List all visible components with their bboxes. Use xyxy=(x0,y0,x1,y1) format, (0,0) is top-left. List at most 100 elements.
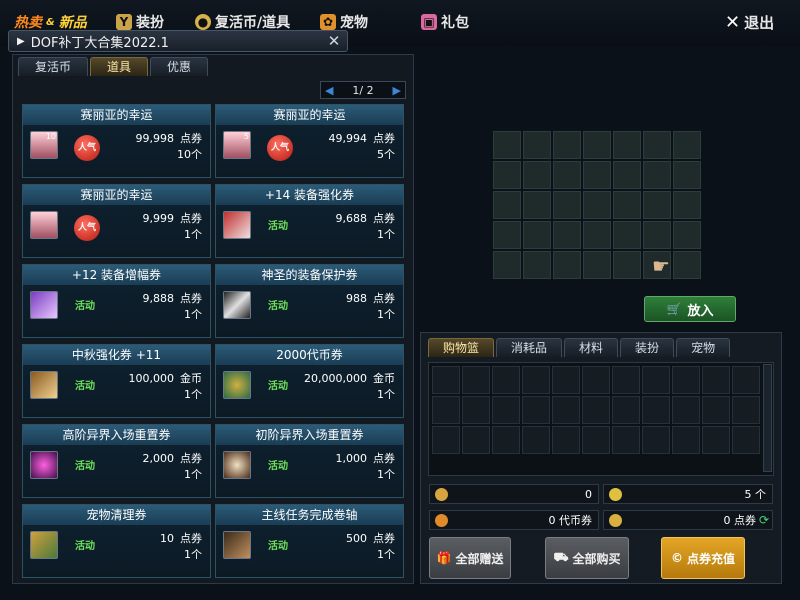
inventory-slot[interactable] xyxy=(643,131,671,159)
inventory-slot[interactable] xyxy=(673,191,701,219)
basket-slot[interactable] xyxy=(432,366,460,394)
inventory-slot[interactable] xyxy=(643,221,671,249)
basket-slot[interactable] xyxy=(432,396,460,424)
item-card[interactable]: +12 装备增幅券 活动 9,888 点券 1个 xyxy=(22,264,211,338)
basket-slot[interactable] xyxy=(672,426,700,454)
nav-dress[interactable]: Y 装扮 xyxy=(116,12,164,32)
basket-scrollbar[interactable] xyxy=(763,364,772,472)
item-card[interactable]: +14 装备强化券 活动 9,688 点券 1个 xyxy=(215,184,404,258)
inventory-slot[interactable] xyxy=(643,191,671,219)
inventory-slot[interactable] xyxy=(613,191,641,219)
prev-page-icon[interactable]: ◀ xyxy=(325,84,333,97)
inventory-slot[interactable] xyxy=(613,221,641,249)
item-card[interactable]: 赛丽亚的幸运 5 人气 49,994 点券 5个 xyxy=(215,104,404,178)
inventory-slot[interactable] xyxy=(583,161,611,189)
basket-slot[interactable] xyxy=(612,396,640,424)
inventory-slot[interactable] xyxy=(673,131,701,159)
inventory-slot[interactable] xyxy=(523,191,551,219)
put-in-button[interactable]: 🛒 放入 xyxy=(644,296,736,322)
gift-all-button[interactable]: 🎁 全部赠送 xyxy=(429,537,511,579)
item-card[interactable]: 2000代币券 活动 20,000,000 金币 1个 xyxy=(215,344,404,418)
item-card[interactable]: 赛丽亚的幸运 人气 9,999 点券 1个 xyxy=(22,184,211,258)
inventory-slot[interactable] xyxy=(643,161,671,189)
inventory-slot[interactable] xyxy=(613,131,641,159)
inventory-slot[interactable] xyxy=(493,191,521,219)
nav-revival-coin[interactable]: ● 复活币/道具 xyxy=(195,12,290,32)
basket-slot[interactable] xyxy=(642,366,670,394)
tab-pets[interactable]: 宠物 xyxy=(676,338,731,357)
basket-slot[interactable] xyxy=(462,426,490,454)
item-card[interactable]: 初阶异界入场重置券 活动 1,000 点券 1个 xyxy=(215,424,404,498)
buy-all-button[interactable]: ⛟ 全部购买 xyxy=(545,537,629,579)
inventory-slot[interactable] xyxy=(583,221,611,249)
inventory-slot[interactable] xyxy=(523,251,551,279)
next-page-icon[interactable]: ▶ xyxy=(393,84,401,97)
inventory-slot[interactable] xyxy=(583,131,611,159)
basket-slot[interactable] xyxy=(492,366,520,394)
basket-slot[interactable] xyxy=(672,366,700,394)
exit-button[interactable]: ✕ 退出 xyxy=(725,12,774,33)
tab-consumables[interactable]: 消耗品 xyxy=(496,338,563,357)
inventory-slot[interactable] xyxy=(553,131,581,159)
basket-slot[interactable] xyxy=(522,396,550,424)
inventory-slot[interactable] xyxy=(523,221,551,249)
window-close-icon[interactable]: ✕ xyxy=(325,32,343,50)
basket-slot[interactable] xyxy=(732,396,760,424)
inventory-slot[interactable] xyxy=(553,251,581,279)
tab-items[interactable]: 道具 xyxy=(90,57,149,76)
basket-slot[interactable] xyxy=(702,396,730,424)
basket-slot[interactable] xyxy=(432,426,460,454)
tab-discount[interactable]: 优惠 xyxy=(150,57,209,76)
item-card[interactable]: 赛丽亚的幸运 10 人气 99,998 点券 10个 xyxy=(22,104,211,178)
inventory-slot[interactable] xyxy=(553,221,581,249)
tab-materials[interactable]: 材料 xyxy=(564,338,619,357)
basket-slot[interactable] xyxy=(492,426,520,454)
inventory-slot[interactable] xyxy=(553,191,581,219)
basket-slot[interactable] xyxy=(462,396,490,424)
refresh-icon[interactable]: ⟳ xyxy=(759,513,769,527)
basket-slot[interactable] xyxy=(522,426,550,454)
basket-slot[interactable] xyxy=(672,396,700,424)
basket-slot[interactable] xyxy=(492,396,520,424)
tab-dress[interactable]: 装扮 xyxy=(620,338,675,357)
inventory-slot[interactable] xyxy=(493,251,521,279)
item-card[interactable]: 宠物清理券 活动 10 点券 1个 xyxy=(22,504,211,578)
tab-revival-coin[interactable]: 复活币 xyxy=(18,57,89,76)
inventory-slot[interactable] xyxy=(673,221,701,249)
basket-slot[interactable] xyxy=(552,366,580,394)
inventory-slot[interactable] xyxy=(613,251,641,279)
tab-basket[interactable]: 购物篮 xyxy=(428,338,495,357)
basket-slot[interactable] xyxy=(642,426,670,454)
basket-slot[interactable] xyxy=(732,366,760,394)
nav-pet[interactable]: ✿ 宠物 xyxy=(320,12,368,32)
basket-slot[interactable] xyxy=(582,426,610,454)
basket-slot[interactable] xyxy=(732,426,760,454)
item-card[interactable]: 主线任务完成卷轴 活动 500 点券 1个 xyxy=(215,504,404,578)
nav-gift[interactable]: ▣ 礼包 xyxy=(421,12,469,32)
inventory-slot[interactable] xyxy=(673,161,701,189)
basket-slot[interactable] xyxy=(702,426,730,454)
basket-slot[interactable] xyxy=(462,366,490,394)
inventory-slot[interactable] xyxy=(493,221,521,249)
inventory-slot[interactable] xyxy=(583,251,611,279)
nav-hot-new[interactable]: 热卖 & 新品 xyxy=(14,12,87,32)
item-card[interactable]: 中秋强化券 +11 活动 100,000 金币 1个 xyxy=(22,344,211,418)
basket-slot[interactable] xyxy=(612,426,640,454)
inventory-slot[interactable] xyxy=(613,161,641,189)
basket-slot[interactable] xyxy=(552,396,580,424)
charge-points-button[interactable]: © 点券充值 xyxy=(661,537,745,579)
basket-slot[interactable] xyxy=(582,366,610,394)
inventory-slot[interactable] xyxy=(523,161,551,189)
basket-slot[interactable] xyxy=(522,366,550,394)
basket-slot[interactable] xyxy=(702,366,730,394)
inventory-slot[interactable] xyxy=(553,161,581,189)
basket-slot[interactable] xyxy=(642,396,670,424)
basket-slot[interactable] xyxy=(552,426,580,454)
basket-slot[interactable] xyxy=(582,396,610,424)
inventory-slot[interactable] xyxy=(583,191,611,219)
item-card[interactable]: 高阶异界入场重置券 活动 2,000 点券 1个 xyxy=(22,424,211,498)
inventory-slot[interactable] xyxy=(493,161,521,189)
expand-triangle-icon[interactable]: ▶ xyxy=(17,36,25,47)
item-card[interactable]: 神圣的装备保护券 活动 988 点券 1个 xyxy=(215,264,404,338)
inventory-slot[interactable] xyxy=(523,131,551,159)
